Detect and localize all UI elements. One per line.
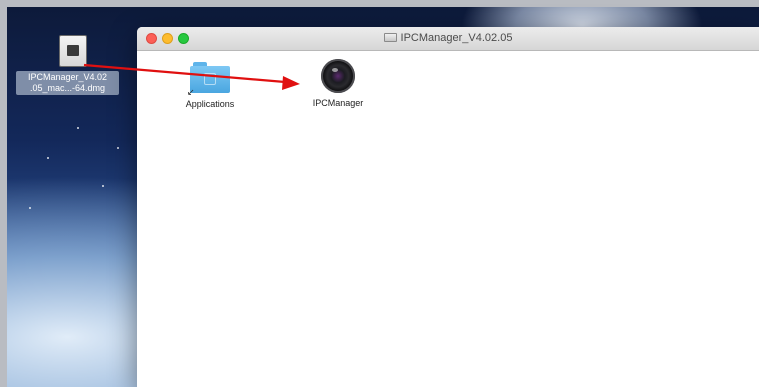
disk-icon <box>383 33 397 42</box>
window-titlebar[interactable]: IPCManager_V4.02.05 <box>137 27 759 51</box>
star <box>102 185 104 187</box>
star <box>77 127 79 129</box>
window-title-text: IPCManager_V4.02.05 <box>400 32 513 44</box>
disk-image-icon[interactable] <box>59 35 87 67</box>
applications-label: Applications <box>185 99 235 109</box>
camera-lens-icon <box>321 59 355 93</box>
ipcmanager-label: IPCManager <box>312 98 364 108</box>
dmg-label-line1: IPCManager_V4.02 <box>27 72 108 82</box>
folder-alias-icon: ↙ <box>187 62 230 97</box>
dmg-file-label[interactable]: IPCManager_V4.02 .05_mac...-64.dmg <box>16 71 119 95</box>
star <box>47 157 49 159</box>
dmg-label-line2: .05_mac...-64.dmg <box>29 83 106 93</box>
disk-image-glyph <box>67 45 79 56</box>
alias-arrow-icon: ↙ <box>187 87 195 97</box>
star <box>117 147 119 149</box>
window-title: IPCManager_V4.02.05 <box>137 32 759 44</box>
star <box>29 207 31 209</box>
ipcmanager-app[interactable]: IPCManager <box>300 59 376 108</box>
applications-folder[interactable]: ↙ Applications <box>175 62 245 109</box>
finder-window: IPCManager_V4.02.05 ↙ Applications IPCMa… <box>137 27 759 387</box>
